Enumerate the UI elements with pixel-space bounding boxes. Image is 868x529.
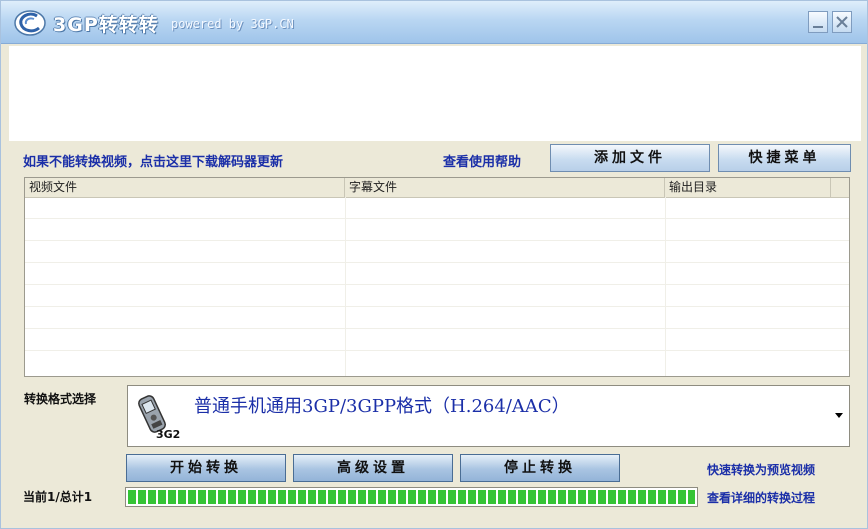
grid-line	[25, 306, 849, 307]
grid-line	[25, 284, 849, 285]
close-icon	[836, 16, 848, 28]
format-badge: 3G2	[156, 428, 181, 441]
progress-bar	[125, 487, 698, 507]
view-details-link[interactable]: 查看详细的转换过程	[707, 489, 815, 506]
add-file-button[interactable]: 添加文件	[550, 144, 710, 172]
close-button[interactable]	[832, 11, 852, 33]
format-selected-value: 普通手机通用3GP/3GPP格式（H.264/AAC）	[194, 396, 570, 417]
fast-preview-link[interactable]: 快速转换为预览视频	[707, 461, 815, 478]
minimize-icon	[813, 26, 823, 28]
minimize-button[interactable]	[808, 11, 828, 33]
app-window: 3GP转转转 powered by 3GP.CN 如果不能转换视频，点击这里下载…	[0, 0, 868, 529]
progress-fill	[128, 490, 695, 504]
dropdown-arrow-icon	[835, 413, 843, 418]
title-bar[interactable]: 3GP转转转 powered by 3GP.CN	[1, 1, 867, 44]
stop-convert-button[interactable]: 停止转换	[460, 454, 620, 482]
grid-line	[25, 350, 849, 351]
column-header-video[interactable]: 视频文件	[25, 178, 345, 197]
shortcut-menu-button[interactable]: 快捷菜单	[718, 144, 851, 172]
app-logo-icon	[14, 10, 46, 36]
start-convert-button[interactable]: 开始转换	[126, 454, 286, 482]
file-list-table[interactable]: 视频文件 字幕文件 输出目录	[24, 177, 850, 377]
column-header-output[interactable]: 输出目录	[665, 178, 831, 197]
banner-area	[9, 46, 861, 141]
grid-line	[25, 218, 849, 219]
format-select[interactable]: 3G2 普通手机通用3GP/3GPP格式（H.264/AAC）	[127, 385, 850, 447]
column-header-subtitle[interactable]: 字幕文件	[345, 178, 665, 197]
advanced-settings-button[interactable]: 高级设置	[293, 454, 453, 482]
format-label: 转换格式选择	[24, 392, 97, 406]
grid-line	[25, 328, 849, 329]
help-link[interactable]: 查看使用帮助	[443, 151, 521, 170]
file-list-header: 视频文件 字幕文件 输出目录	[25, 178, 849, 198]
download-decoder-link[interactable]: 如果不能转换视频，点击这里下载解码器更新	[23, 151, 283, 170]
grid-line	[25, 240, 849, 241]
progress-label: 当前1/总计1	[23, 490, 93, 504]
dropdown-button[interactable]	[830, 387, 848, 445]
app-title: 3GP转转转	[53, 14, 159, 36]
grid-line	[25, 262, 849, 263]
powered-by-text: powered by 3GP.CN	[171, 17, 294, 31]
